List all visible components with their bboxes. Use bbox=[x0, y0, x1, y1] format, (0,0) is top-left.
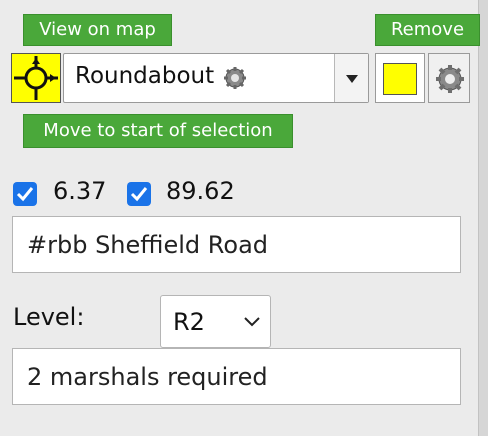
marker-type-label: Roundabout bbox=[75, 63, 215, 89]
color-picker-button[interactable] bbox=[375, 53, 425, 103]
caret-down-icon bbox=[346, 75, 358, 83]
gear-icon bbox=[223, 66, 247, 94]
view-on-map-button[interactable]: View on map bbox=[23, 14, 172, 46]
level-label: Level: bbox=[13, 303, 85, 331]
color-swatch bbox=[383, 63, 417, 95]
dropdown-toggle[interactable] bbox=[334, 54, 368, 102]
remove-button[interactable]: Remove bbox=[375, 14, 480, 46]
check-icon bbox=[130, 187, 148, 202]
move-to-start-button[interactable]: Move to start of selection bbox=[23, 114, 293, 148]
gear-icon bbox=[436, 65, 464, 93]
description-input[interactable]: #rbb Sheffield Road bbox=[12, 216, 461, 273]
marker-type-select[interactable]: Roundabout bbox=[63, 53, 369, 103]
checkbox-1-label: 6.37 bbox=[53, 177, 107, 205]
level-selected-value: R2 bbox=[173, 308, 205, 336]
chevron-down-icon bbox=[244, 317, 260, 327]
roundabout-icon bbox=[11, 53, 61, 103]
panel-scroll-edge bbox=[478, 0, 488, 436]
checkbox-1[interactable] bbox=[13, 182, 37, 206]
check-icon bbox=[16, 187, 34, 202]
level-select[interactable]: R2 bbox=[160, 295, 271, 348]
notes-input[interactable]: 2 marshals required bbox=[12, 348, 461, 405]
checkbox-2[interactable] bbox=[127, 182, 151, 206]
settings-button[interactable] bbox=[428, 53, 470, 103]
checkbox-2-label: 89.62 bbox=[166, 177, 235, 205]
